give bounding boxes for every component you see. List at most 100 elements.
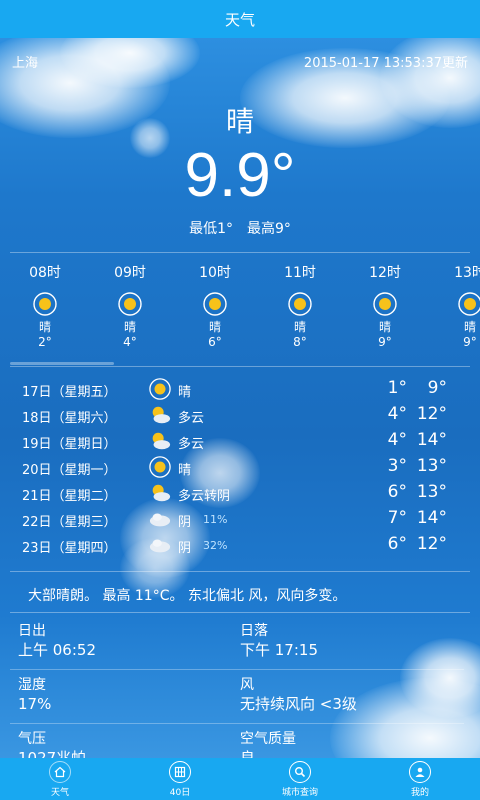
day-high: 9° bbox=[427, 378, 447, 398]
hour-condition: 晴 bbox=[378, 320, 391, 334]
hour-condition: 晴 bbox=[463, 320, 476, 334]
aqi-label: 空气质量 bbox=[240, 731, 296, 747]
sun-icon bbox=[373, 292, 397, 316]
app-title: 天气 bbox=[224, 10, 255, 29]
sunrise-value: 上午 06:52 bbox=[18, 641, 96, 659]
hour-time: 12时 bbox=[369, 265, 401, 281]
tab-weather[interactable]: 天气 bbox=[0, 758, 120, 800]
partly-cloudy-icon bbox=[149, 430, 171, 452]
current-condition: 晴 bbox=[225, 105, 254, 138]
cloudy-icon bbox=[149, 534, 171, 556]
hour-condition: 晴 bbox=[38, 320, 51, 334]
daily-row[interactable]: 20日（星期一） 晴 3° 13° bbox=[22, 454, 472, 480]
today-min-max: 最低1° 最高9° bbox=[0, 218, 480, 238]
hour-temp: 2° bbox=[38, 335, 52, 349]
day-condition: 多云转阴 bbox=[178, 489, 231, 504]
hour-temp: 9° bbox=[463, 335, 477, 349]
details-row-humidity: 湿度 17% 风 无持续风向 <3级 bbox=[10, 676, 464, 730]
day-date: 17日（星期五） bbox=[22, 385, 117, 400]
sunset-value: 下午 17:15 bbox=[240, 641, 318, 659]
hour-condition: 晴 bbox=[293, 320, 306, 334]
day-date: 21日（星期二） bbox=[22, 489, 117, 504]
day-low: 3° bbox=[387, 456, 407, 476]
sun-icon bbox=[149, 456, 171, 478]
sun-icon bbox=[288, 292, 312, 316]
divider bbox=[10, 571, 470, 572]
bottom-tab-bar: 天气 40日 城市查询 我的 bbox=[0, 758, 480, 800]
tab-label: 我的 bbox=[410, 787, 429, 798]
hourly-item: 10时晴 6° bbox=[180, 262, 250, 350]
today-low: 最低1° bbox=[189, 221, 233, 237]
hour-time: 09时 bbox=[114, 265, 146, 281]
daily-row[interactable]: 22日（星期三） 阴 11% 7° 14° bbox=[22, 506, 472, 532]
humidity-label: 湿度 bbox=[18, 677, 46, 693]
hourly-item: 12时晴 9° bbox=[350, 262, 420, 350]
sun-icon bbox=[149, 378, 171, 400]
day-low: 6° bbox=[387, 482, 407, 502]
hour-time: 13时 bbox=[454, 265, 480, 281]
day-precipitation: 11% bbox=[203, 513, 228, 526]
home-icon bbox=[49, 760, 71, 783]
daily-row[interactable]: 21日（星期二） 多云转阴 6° 13° bbox=[22, 480, 472, 506]
day-high: 14° bbox=[416, 508, 447, 528]
city-name[interactable]: 上海 bbox=[12, 52, 38, 71]
grid-icon bbox=[169, 760, 191, 783]
divider bbox=[10, 612, 470, 613]
wind-label: 风 bbox=[240, 677, 254, 693]
hourly-item: 08时晴 2° bbox=[10, 262, 80, 350]
day-condition: 多云 bbox=[178, 411, 205, 426]
partly-cloudy-icon bbox=[149, 482, 171, 504]
day-low: 1° bbox=[387, 378, 407, 398]
sunset-label: 日落 bbox=[240, 623, 268, 639]
wind: 风 无持续风向 <3级 bbox=[240, 676, 460, 714]
hour-time: 08时 bbox=[29, 265, 61, 281]
wind-value: 无持续风向 <3级 bbox=[240, 695, 357, 713]
tab-mine[interactable]: 我的 bbox=[360, 758, 480, 800]
day-high: 12° bbox=[416, 534, 447, 554]
hourly-item: 13时晴 9° bbox=[435, 262, 480, 350]
tab-40-days[interactable]: 40日 bbox=[120, 758, 240, 800]
details-row-sun: 日出 上午 06:52 日落 下午 17:15 bbox=[10, 622, 464, 676]
sunrise: 日出 上午 06:52 bbox=[18, 622, 238, 660]
sunrise-label: 日出 bbox=[18, 623, 46, 639]
hour-temp: 6° bbox=[208, 335, 222, 349]
cloudy-icon bbox=[149, 508, 171, 530]
day-high: 13° bbox=[416, 482, 447, 502]
day-date: 23日（星期四） bbox=[22, 541, 117, 556]
day-precipitation: 32% bbox=[203, 539, 228, 552]
divider bbox=[10, 252, 470, 253]
hour-condition: 晴 bbox=[123, 320, 136, 334]
hour-temp: 4° bbox=[123, 335, 137, 349]
update-time: 2015-01-17 13:53:37更新 bbox=[303, 56, 468, 71]
sun-icon bbox=[203, 292, 227, 316]
day-date: 20日（星期一） bbox=[22, 463, 117, 478]
hour-condition: 晴 bbox=[208, 320, 221, 334]
day-low: 4° bbox=[387, 430, 407, 450]
tab-label: 城市查询 bbox=[281, 787, 318, 798]
divider bbox=[10, 366, 470, 367]
hourly-scrollbar[interactable] bbox=[10, 362, 114, 365]
hour-time: 11时 bbox=[284, 265, 316, 281]
day-date: 19日（星期日） bbox=[22, 437, 117, 452]
day-high: 14° bbox=[416, 430, 447, 450]
hour-time: 10时 bbox=[199, 265, 231, 281]
humidity-value: 17% bbox=[18, 695, 52, 713]
daily-row[interactable]: 19日（星期日） 多云 4° 14° bbox=[22, 428, 472, 454]
daily-row[interactable]: 23日（星期四） 阴 32% 6° 12° bbox=[22, 532, 472, 558]
daily-row[interactable]: 17日（星期五） 晴 1° 9° bbox=[22, 376, 472, 402]
pressure-label: 气压 bbox=[18, 731, 46, 747]
tab-city-search[interactable]: 城市查询 bbox=[240, 758, 360, 800]
hourly-forecast[interactable]: 08时晴 2° 09时晴 4° 10时晴 6° 11时晴 8° 12时晴 9° 13时晴 9° bbox=[10, 262, 480, 352]
weather-summary: 大部晴朗。 最高 11°C。 东北偏北 风，风向多变。 bbox=[28, 588, 347, 604]
user-icon bbox=[409, 760, 431, 783]
daily-forecast: 17日（星期五） 晴 1° 9° 18日（星期六） 多云 4° 12° 19日（星期日） 多云 4°… bbox=[22, 376, 472, 558]
hourly-item: 09时晴 4° bbox=[95, 262, 165, 350]
sun-icon bbox=[33, 292, 57, 316]
hour-temp: 8° bbox=[293, 335, 307, 349]
tab-label: 天气 bbox=[50, 787, 69, 798]
daily-row[interactable]: 18日（星期六） 多云 4° 12° bbox=[22, 402, 472, 428]
humidity: 湿度 17% bbox=[18, 676, 238, 714]
today-high: 最高9° bbox=[247, 221, 291, 237]
day-low: 7° bbox=[387, 508, 407, 528]
current-temperature: 9.9° bbox=[184, 141, 296, 210]
